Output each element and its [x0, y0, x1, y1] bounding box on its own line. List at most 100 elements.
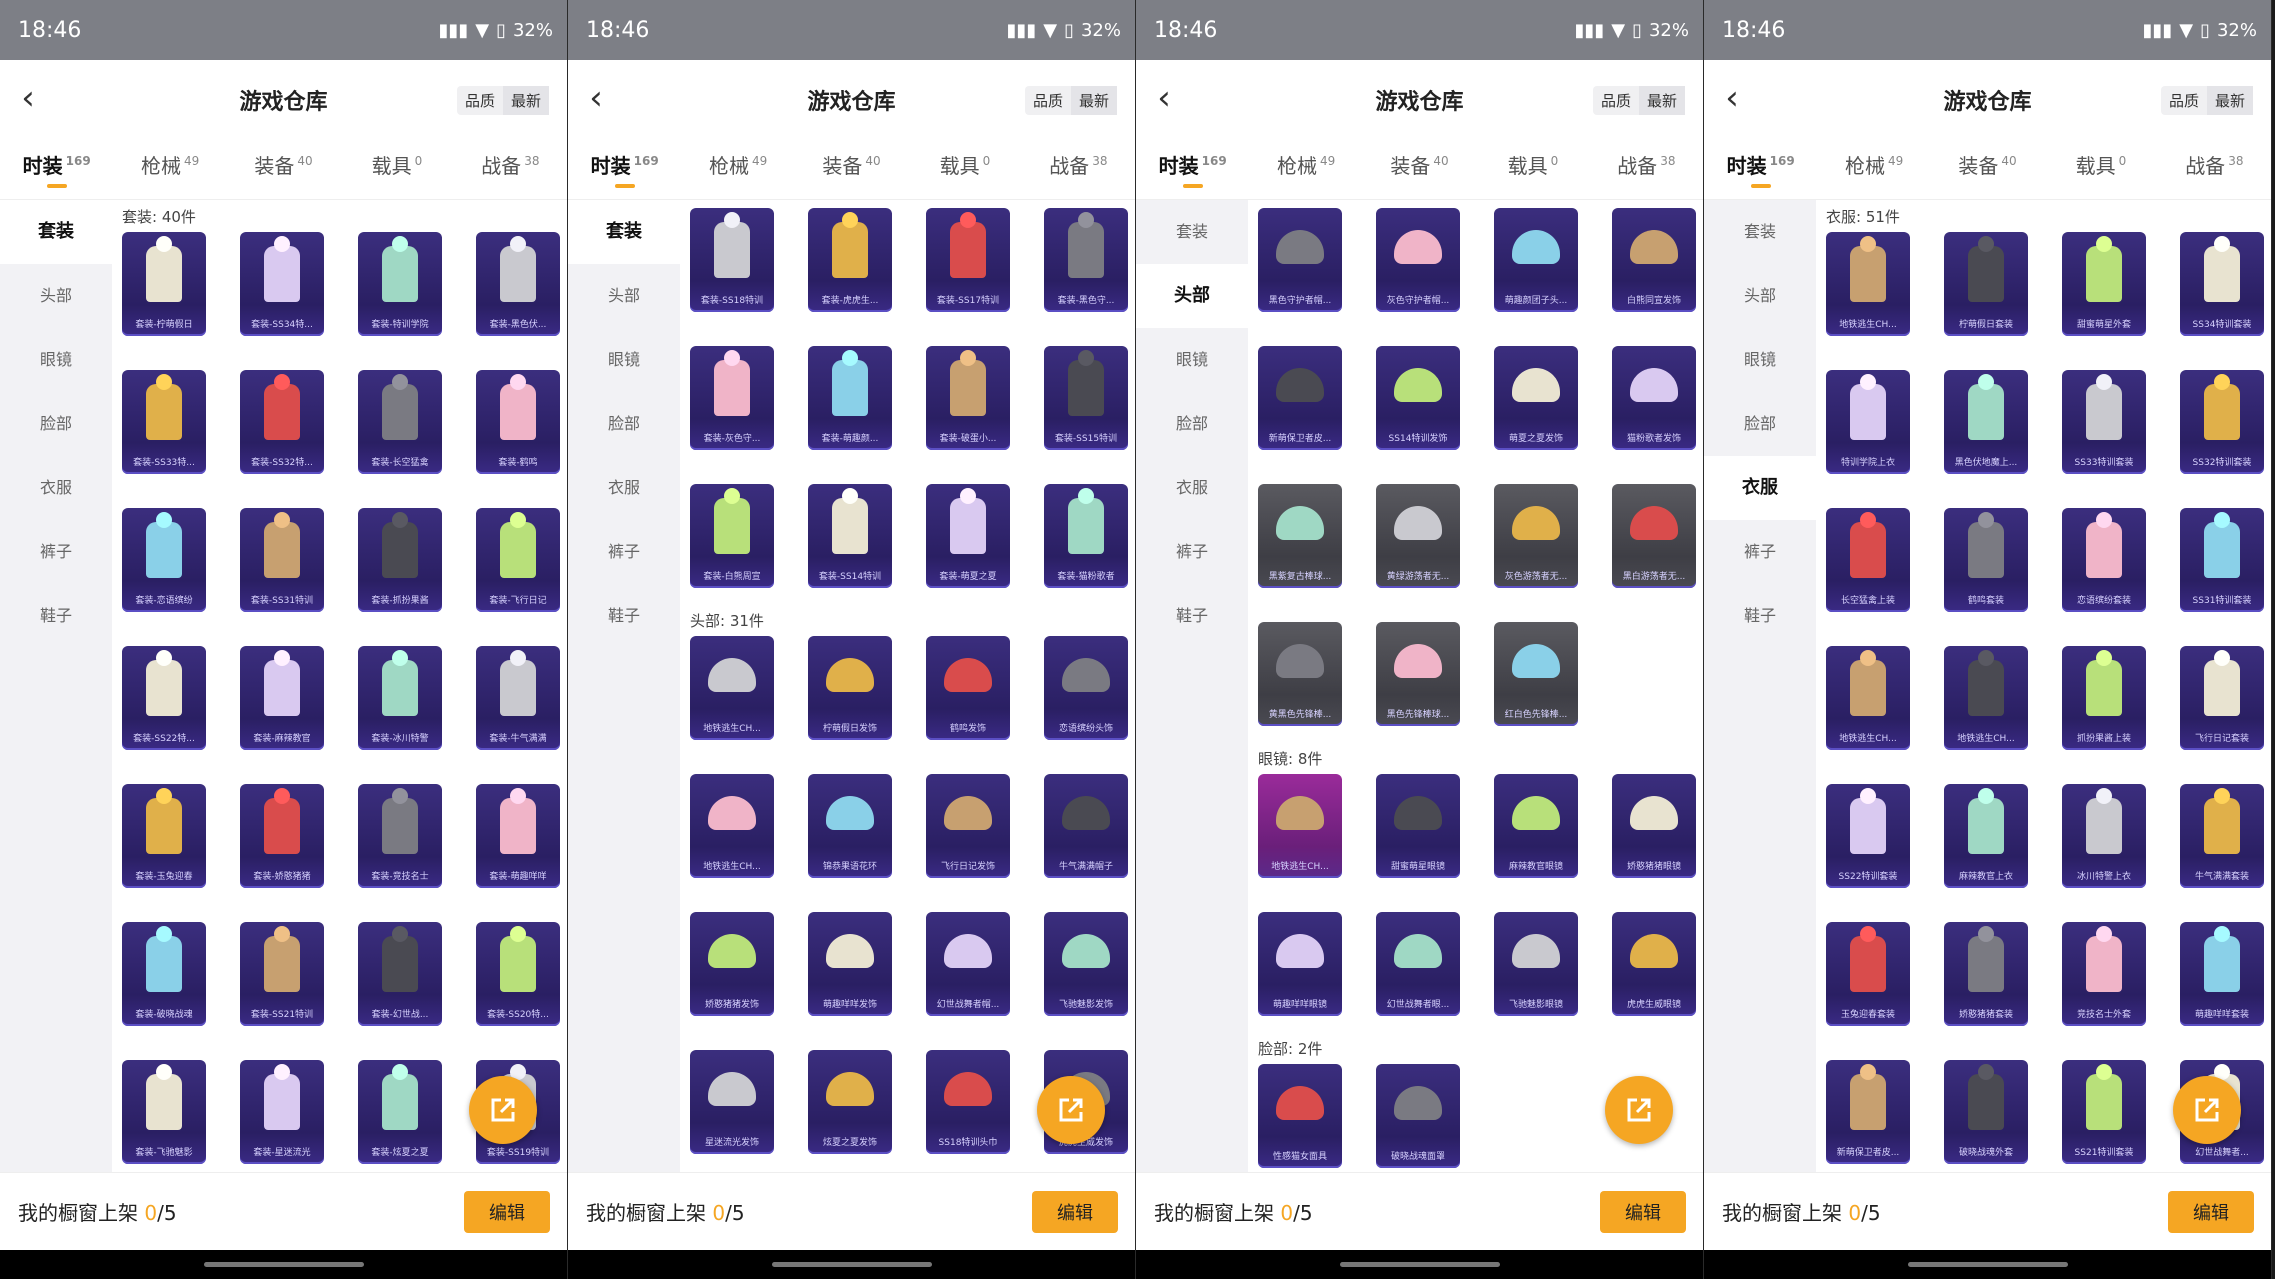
item-card[interactable]: 鹤鸣发饰 — [926, 636, 1010, 740]
item-card[interactable]: 套装-黑色守... — [1044, 208, 1128, 312]
item-card[interactable]: 套装-SS17特训 — [926, 208, 1010, 312]
item-card[interactable]: SS18特训头巾 — [926, 1050, 1010, 1154]
item-card[interactable]: 柠萌假日套装 — [1944, 232, 2028, 336]
item-card[interactable]: SS34特训套装 — [2180, 232, 2264, 336]
home-indicator[interactable] — [772, 1262, 932, 1267]
item-card[interactable]: 套装-萌趣颜... — [808, 346, 892, 450]
edit-button[interactable]: 编辑 — [1600, 1190, 1686, 1233]
item-card[interactable]: 飞行日记发饰 — [926, 774, 1010, 878]
tab-1[interactable]: 枪械 49 — [681, 150, 794, 179]
item-card[interactable]: SS21特训套装 — [2062, 1060, 2146, 1164]
home-indicator[interactable] — [1908, 1262, 2068, 1267]
tab-2[interactable]: 装备 40 — [1931, 150, 2044, 179]
sidebar-item[interactable]: 眼镜 — [0, 328, 112, 392]
item-card[interactable]: 套装-鹤鸣 — [476, 370, 560, 474]
item-card[interactable]: 萌夏之夏发饰 — [1494, 346, 1578, 450]
item-card[interactable]: 黑色先锋棒球... — [1376, 622, 1460, 726]
sidebar-item[interactable]: 套装 — [1136, 200, 1248, 264]
item-card[interactable]: SS32特训套装 — [2180, 370, 2264, 474]
item-card[interactable]: 套装-SS18特训 — [690, 208, 774, 312]
tab-1[interactable]: 枪械 49 — [113, 150, 226, 179]
sidebar-item[interactable]: 套装 — [568, 200, 680, 264]
item-card[interactable]: 猫粉歌者发饰 — [1612, 346, 1696, 450]
item-card[interactable]: 娇憨猪猪眼镜 — [1612, 774, 1696, 878]
tab-2[interactable]: 装备 40 — [1363, 150, 1476, 179]
item-card[interactable]: 新萌保卫者皮... — [1258, 346, 1342, 450]
item-card[interactable]: 套装-飞行日记 — [476, 508, 560, 612]
sidebar-item[interactable]: 衣服 — [568, 456, 680, 520]
home-indicator[interactable] — [1340, 1262, 1500, 1267]
item-card[interactable]: 套装-萌趣咩咩 — [476, 784, 560, 888]
tab-4[interactable]: 战备 38 — [1590, 150, 1703, 179]
tab-4[interactable]: 战备 38 — [2158, 150, 2271, 179]
sidebar-item[interactable]: 脸部 — [1704, 392, 1816, 456]
sidebar-item[interactable]: 衣服 — [0, 456, 112, 520]
tab-0[interactable]: 时装 169 — [1704, 150, 1817, 188]
item-card[interactable]: 套装-SS32特... — [240, 370, 324, 474]
tab-2[interactable]: 装备 40 — [795, 150, 908, 179]
item-card[interactable]: 套装-破晓战魂 — [122, 922, 206, 1026]
item-card[interactable]: 套装-SS31特训 — [240, 508, 324, 612]
item-card[interactable]: 套装-灰色守... — [690, 346, 774, 450]
share-button[interactable] — [1037, 1076, 1105, 1144]
item-card[interactable]: 套装-SS34特... — [240, 232, 324, 336]
item-card[interactable]: 套装-SS15特训 — [1044, 346, 1128, 450]
item-card[interactable]: SS22特训套装 — [1826, 784, 1910, 888]
item-card[interactable]: 地铁逃生CH... — [690, 636, 774, 740]
item-card[interactable]: 黑白游荡者无... — [1612, 484, 1696, 588]
item-card[interactable]: 破晓战魂外套 — [1944, 1060, 2028, 1164]
item-card[interactable]: 虎虎生威眼镜 — [1612, 912, 1696, 1016]
home-indicator[interactable] — [204, 1262, 364, 1267]
item-card[interactable]: 玉兔迎春套装 — [1826, 922, 1910, 1026]
sidebar-item[interactable]: 套装 — [1704, 200, 1816, 264]
item-card[interactable]: 套装-SS21特训 — [240, 922, 324, 1026]
item-card[interactable]: 特训学院上衣 — [1826, 370, 1910, 474]
sidebar-item[interactable]: 头部 — [1136, 264, 1248, 328]
item-card[interactable]: 套装-萌夏之夏 — [926, 484, 1010, 588]
tab-1[interactable]: 枪械 49 — [1249, 150, 1362, 179]
sidebar-item[interactable]: 脸部 — [0, 392, 112, 456]
item-card[interactable]: 娇憨猪猪套装 — [1944, 922, 2028, 1026]
item-card[interactable]: 黑色伏地魔上... — [1944, 370, 2028, 474]
item-card[interactable]: 柠萌假日发饰 — [808, 636, 892, 740]
item-card[interactable]: 红白色先锋棒... — [1494, 622, 1578, 726]
sidebar-item[interactable]: 裤子 — [1704, 520, 1816, 584]
sort-quality-button[interactable]: 品质 — [2161, 86, 2207, 115]
tab-3[interactable]: 载具 0 — [1476, 150, 1589, 179]
share-button[interactable] — [1605, 1076, 1673, 1144]
item-card[interactable]: 套装-破蛋小... — [926, 346, 1010, 450]
tab-4[interactable]: 战备 38 — [454, 150, 567, 179]
sidebar-item[interactable]: 鞋子 — [0, 584, 112, 648]
item-card[interactable]: 套装-SS14特训 — [808, 484, 892, 588]
share-button[interactable] — [2173, 1076, 2241, 1144]
tab-3[interactable]: 载具 0 — [2044, 150, 2157, 179]
sort-quality-button[interactable]: 品质 — [1593, 86, 1639, 115]
item-card[interactable]: 鹤鸣套装 — [1944, 508, 2028, 612]
item-card[interactable]: 套装-白熊周宣 — [690, 484, 774, 588]
item-card[interactable]: 灰色守护者帽... — [1376, 208, 1460, 312]
item-card[interactable]: 破晓战魂面罩 — [1376, 1064, 1460, 1168]
item-card[interactable]: 套装-恋语缤纷 — [122, 508, 206, 612]
sidebar-item[interactable]: 裤子 — [1136, 520, 1248, 584]
item-card[interactable]: 地铁逃生CH... — [1826, 232, 1910, 336]
sidebar-item[interactable]: 眼镜 — [1704, 328, 1816, 392]
item-card[interactable]: 套装-炫夏之夏 — [358, 1060, 442, 1164]
sort-quality-button[interactable]: 品质 — [457, 86, 503, 115]
item-card[interactable]: 飞驰魅影发饰 — [1044, 912, 1128, 1016]
item-card[interactable]: 套装-抓扮果酱 — [358, 508, 442, 612]
sidebar-item[interactable]: 鞋子 — [1704, 584, 1816, 648]
item-card[interactable]: 地铁逃生CH... — [1258, 774, 1342, 878]
item-card[interactable]: 套装-虎虎生... — [808, 208, 892, 312]
item-card[interactable]: 套装-幻世战... — [358, 922, 442, 1026]
sidebar-item[interactable]: 脸部 — [568, 392, 680, 456]
item-card[interactable]: 套装-玉兔迎春 — [122, 784, 206, 888]
share-button[interactable] — [469, 1076, 537, 1144]
item-card[interactable]: 锦恭果语花环 — [808, 774, 892, 878]
item-card[interactable]: 萌趣颜团子头... — [1494, 208, 1578, 312]
edit-button[interactable]: 编辑 — [464, 1190, 550, 1233]
item-card[interactable]: 幻世战舞者眼... — [1376, 912, 1460, 1016]
item-card[interactable]: 套装-黑色伏... — [476, 232, 560, 336]
item-card[interactable]: 套装-星迷流光 — [240, 1060, 324, 1164]
sidebar-item[interactable]: 鞋子 — [1136, 584, 1248, 648]
item-card[interactable]: 性感猫女面具 — [1258, 1064, 1342, 1168]
